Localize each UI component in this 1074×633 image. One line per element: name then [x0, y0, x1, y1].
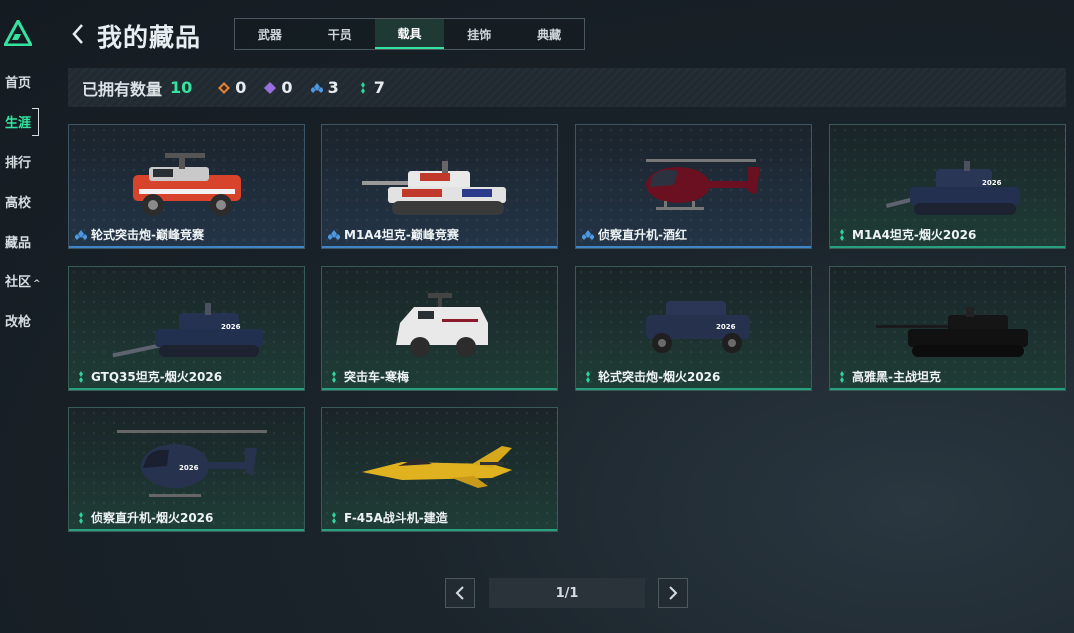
item-card[interactable]: 2026 M1A4坦克-烟火2026 — [829, 124, 1066, 249]
owned-count-bar: 已拥有数量 10 0 0 3 7 — [68, 68, 1066, 107]
page-indicator: 1/1 — [489, 578, 645, 608]
vehicle-grid: 轮式突击炮-巅峰竞赛 M1A4坦克-巅峰竞赛 侦察直升机-酒红 2026 M1A… — [68, 124, 1066, 534]
green-dots-icon — [360, 81, 365, 94]
item-card[interactable]: 轮式突击炮-巅峰竞赛 — [68, 124, 305, 249]
item-name: 突击车-寒梅 — [328, 368, 409, 385]
helicopter-image: 2026 — [117, 430, 267, 497]
nav-item-home[interactable]: 首页 — [5, 72, 31, 91]
item-card[interactable]: 突击车-寒梅 — [321, 266, 558, 391]
item-card[interactable]: 高雅黑-主战坦克 — [829, 266, 1066, 391]
stat-green-value: 7 — [373, 78, 385, 97]
assault-vehicle-image — [396, 293, 488, 357]
owned-count-total: 10 — [170, 78, 193, 97]
chevron-up-icon: ^ — [33, 279, 41, 289]
green-rarity-icon — [840, 228, 844, 241]
tank-image: 2026 — [885, 161, 1020, 215]
item-name: 侦察直升机-烟火2026 — [75, 509, 213, 526]
back-arrow-icon[interactable] — [70, 22, 86, 46]
stat-purple-value: 0 — [281, 78, 293, 97]
item-name-text: 侦察直升机-酒红 — [598, 228, 687, 242]
blue-rarity-icon — [582, 229, 594, 240]
item-name-text: 高雅黑-主战坦克 — [852, 370, 941, 384]
svg-text:2026: 2026 — [716, 323, 736, 331]
green-rarity-icon — [840, 370, 844, 383]
item-name: M1A4坦克-烟火2026 — [836, 226, 976, 243]
stat-green: 7 — [357, 78, 385, 97]
page-title: 我的藏品 — [97, 23, 202, 52]
tab-operators[interactable]: 干员 — [305, 19, 375, 49]
item-name: 侦察直升机-酒红 — [582, 226, 687, 243]
item-name-text: 轮式突击炮-烟火2026 — [598, 370, 721, 384]
stat-purple: 0 — [264, 78, 293, 97]
tank-image: 2026 — [112, 303, 263, 358]
item-card[interactable]: F-45A战斗机-建造 — [321, 407, 558, 532]
nav-item-ranking[interactable]: 排行 — [5, 152, 31, 171]
item-name-text: 侦察直升机-烟火2026 — [91, 511, 214, 525]
item-name: GTQ35坦克-烟火2026 — [75, 368, 222, 385]
stat-orange-value: 0 — [235, 78, 247, 97]
green-rarity-icon — [332, 511, 336, 524]
item-card[interactable]: 2026 GTQ35坦克-烟火2026 — [68, 266, 305, 391]
nav-item-community-label: 社区 — [5, 275, 32, 290]
tab-weapons[interactable]: 武器 — [235, 19, 305, 49]
app-logo-icon[interactable] — [4, 20, 32, 46]
stat-blue-value: 3 — [327, 78, 339, 97]
blue-triple-icon — [310, 82, 323, 93]
stat-blue: 3 — [310, 78, 339, 97]
item-name: 轮式突击炮-烟火2026 — [582, 368, 720, 385]
item-card[interactable]: 侦察直升机-酒红 — [575, 124, 812, 249]
item-name-text: F-45A战斗机-建造 — [344, 511, 448, 525]
nav-item-career[interactable]: 生涯 — [5, 108, 40, 136]
nav-item-community[interactable]: 社区 ^ — [5, 271, 41, 290]
blue-rarity-icon — [75, 229, 87, 240]
stat-orange: 0 — [218, 78, 246, 97]
wheeled-assault-gun-image: 2026 — [646, 301, 750, 353]
tab-collectibles[interactable]: 典藏 — [514, 19, 584, 49]
svg-text:2026: 2026 — [221, 323, 241, 331]
green-rarity-icon — [79, 370, 83, 383]
item-card[interactable]: 2026 轮式突击炮-烟火2026 — [575, 266, 812, 391]
item-name-text: 轮式突击炮-巅峰竞赛 — [91, 228, 204, 242]
item-name: 高雅黑-主战坦克 — [836, 368, 941, 385]
item-name-text: M1A4坦克-巅峰竞赛 — [344, 228, 459, 242]
item-name-text: GTQ35坦克-烟火2026 — [91, 370, 223, 384]
svg-text:2026: 2026 — [179, 464, 199, 472]
nav-item-university[interactable]: 高校 — [5, 192, 31, 211]
tab-vehicles[interactable]: 载具 — [374, 19, 445, 49]
green-rarity-icon — [586, 370, 590, 383]
sidebar: 首页 生涯 排行 高校 藏品 社区 ^ 改枪 — [0, 0, 48, 633]
item-name-text: 突击车-寒梅 — [344, 370, 409, 384]
next-page-button[interactable] — [658, 578, 688, 608]
blue-rarity-icon — [328, 229, 340, 240]
svg-text:2026: 2026 — [982, 179, 1002, 187]
item-name: M1A4坦克-巅峰竞赛 — [328, 226, 459, 243]
item-card[interactable]: 2026 侦察直升机-烟火2026 — [68, 407, 305, 532]
nav-item-collection[interactable]: 藏品 — [5, 232, 31, 251]
purple-diamond-icon — [264, 81, 277, 94]
category-tabs: 武器 干员 载具 挂饰 典藏 — [234, 18, 585, 50]
nav-item-gunsmith[interactable]: 改枪 — [5, 311, 31, 330]
item-card[interactable]: M1A4坦克-巅峰竞赛 — [321, 124, 558, 249]
prev-page-button[interactable] — [445, 578, 475, 608]
orange-diamond-icon — [218, 81, 231, 94]
tank-image — [362, 161, 506, 215]
item-name-text: M1A4坦克-烟火2026 — [852, 228, 977, 242]
chevron-left-icon — [455, 586, 464, 600]
fighter-jet-image — [362, 446, 512, 488]
tab-charms[interactable]: 挂饰 — [444, 19, 514, 49]
owned-count-label: 已拥有数量 — [82, 79, 163, 99]
item-name: F-45A战斗机-建造 — [328, 509, 448, 526]
item-name: 轮式突击炮-巅峰竞赛 — [75, 226, 204, 243]
tank-image — [876, 307, 1028, 357]
green-rarity-icon — [332, 370, 336, 383]
green-rarity-icon — [79, 511, 83, 524]
helicopter-image — [646, 159, 760, 210]
chevron-right-icon — [669, 586, 678, 600]
wheeled-assault-gun-image — [133, 153, 241, 216]
